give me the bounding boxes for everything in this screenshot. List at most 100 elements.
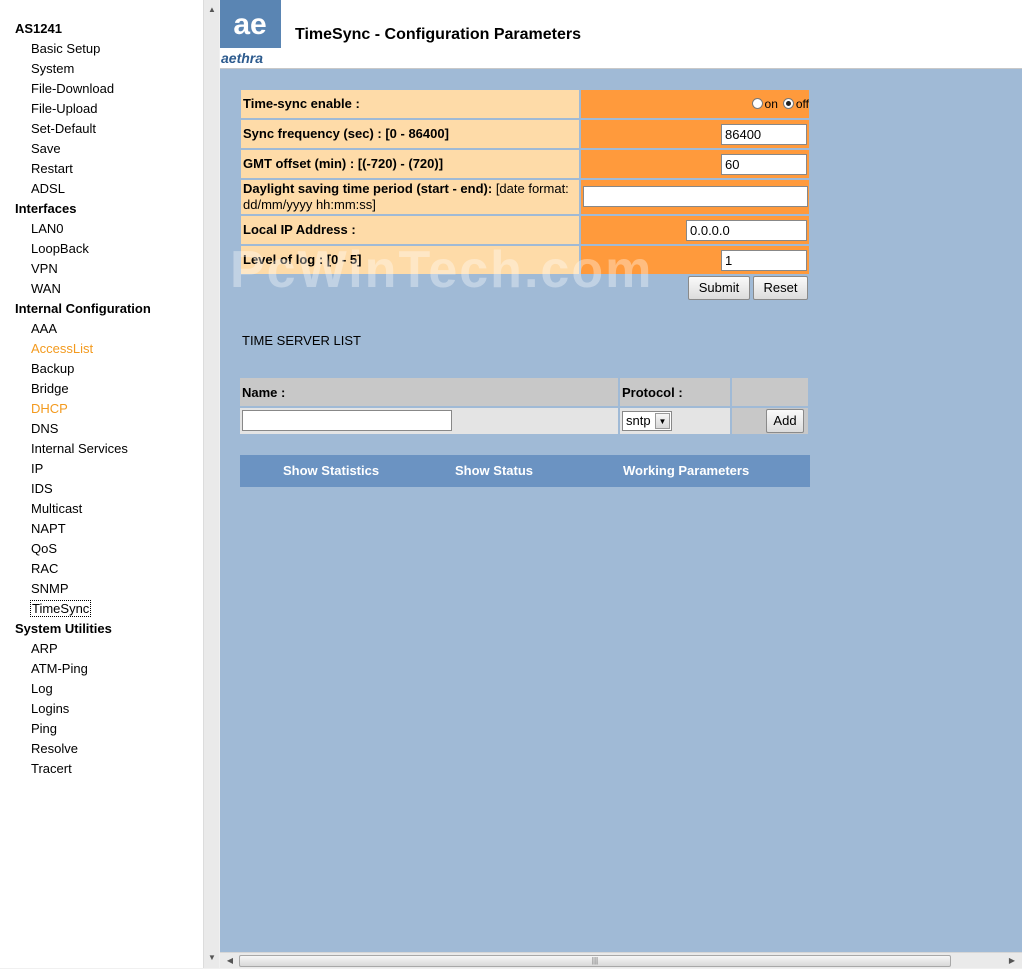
timesync-enable-value: on off (581, 90, 809, 118)
log-level-input[interactable] (721, 250, 807, 271)
menu-item-label: LoopBack (31, 241, 89, 256)
menu-item-file-download[interactable]: File-Download (15, 79, 151, 99)
menu-item-aaa[interactable]: AAA (15, 319, 151, 339)
menu-item-label: File-Download (31, 81, 115, 96)
local-ip-label: Local IP Address : (241, 216, 579, 244)
menu-item-loopback[interactable]: LoopBack (15, 239, 151, 259)
add-cell: Add (732, 408, 808, 434)
time-server-table: Name : Protocol : sntp ▼ Add (240, 378, 810, 434)
menu-item-label: Resolve (31, 741, 78, 756)
menu-item-label: ATM-Ping (31, 661, 88, 676)
menu-item-qos[interactable]: QoS (15, 539, 151, 559)
menu-item-arp[interactable]: ARP (15, 639, 151, 659)
menu-item-atm-ping[interactable]: ATM-Ping (15, 659, 151, 679)
gmt-offset-cell (581, 150, 809, 178)
logo-text: aethra (221, 50, 264, 66)
timesync-enable-row: Time-sync enable : on off (241, 90, 809, 118)
menu-item-label: Log (31, 681, 53, 696)
menu-item-set-default[interactable]: Set-Default (15, 119, 151, 139)
menu-item-rac[interactable]: RAC (15, 559, 151, 579)
timesync-on-label: on (764, 97, 778, 111)
daylight-saving-label: Daylight saving time period (start - end… (241, 180, 579, 214)
log-level-row: Level of log : [0 - 5] (241, 246, 809, 274)
sync-frequency-input[interactable] (721, 124, 807, 145)
timesync-on-radio[interactable] (751, 98, 763, 109)
show-statistics-link[interactable]: Show Statistics (283, 463, 379, 478)
menu-item-adsl[interactable]: ADSL (15, 179, 151, 199)
reset-button[interactable]: Reset (753, 276, 808, 300)
add-server-button[interactable]: Add (766, 409, 804, 433)
gmt-offset-label: GMT offset (min) : [(-720) - (720)] (241, 150, 579, 178)
protocol-header: Protocol : (622, 385, 683, 400)
navigation-menu: AS1241 Basic Setup System File-Download File… (15, 19, 151, 779)
sync-frequency-row: Sync frequency (sec) : [0 - 86400] (241, 120, 809, 148)
horizontal-scrollbar[interactable]: ◀ ||| ▶ (220, 952, 1022, 968)
server-name-input[interactable] (242, 410, 452, 431)
gmt-offset-input[interactable] (721, 154, 807, 175)
menu-item-log[interactable]: Log (15, 679, 151, 699)
daylight-saving-input[interactable] (583, 186, 808, 207)
menu-item-timesync[interactable]: TimeSync (15, 599, 151, 619)
scroll-down-icon[interactable]: ▼ (204, 950, 220, 966)
menu-item-internal-services[interactable]: Internal Services (15, 439, 151, 459)
content-frame: ae aethra TimeSync - Configuration Param… (220, 0, 1022, 952)
menu-item-logins[interactable]: Logins (15, 699, 151, 719)
local-ip-row: Local IP Address : (241, 216, 809, 244)
scroll-up-icon[interactable]: ▲ (204, 2, 220, 18)
menu-item-label: ARP (31, 641, 58, 656)
menu-item-basic-setup[interactable]: Basic Setup (15, 39, 151, 59)
submit-button[interactable]: Submit (688, 276, 750, 300)
menu-item-label: DNS (31, 421, 59, 436)
name-input-cell (240, 408, 618, 434)
menu-item-snmp[interactable]: SNMP (15, 579, 151, 599)
menu-item-label: Set-Default (31, 121, 97, 136)
menu-item-tracert[interactable]: Tracert (15, 759, 151, 779)
menu-item-backup[interactable]: Backup (15, 359, 151, 379)
working-parameters-link[interactable]: Working Parameters (623, 463, 749, 478)
horizontal-scrollbar-thumb[interactable]: ||| (239, 955, 951, 967)
time-server-list-title: TIME SERVER LIST (242, 333, 361, 348)
menu-item-label: RAC (31, 561, 59, 576)
menu-item-napt[interactable]: NAPT (15, 519, 151, 539)
daylight-saving-label-bold: Daylight saving time period (start - end… (243, 181, 493, 196)
menu-item-ip[interactable]: IP (15, 459, 151, 479)
menu-item-label: NAPT (31, 521, 66, 536)
daylight-saving-cell (581, 180, 809, 214)
protocol-select-cell: sntp ▼ (620, 408, 730, 434)
menu-item-resolve[interactable]: Resolve (15, 739, 151, 759)
menu-group-title: AS1241 (15, 21, 62, 36)
scroll-left-icon[interactable]: ◀ (222, 953, 238, 969)
menu-item-restart[interactable]: Restart (15, 159, 151, 179)
svg-text:ae: ae (233, 8, 266, 41)
menu-item-system[interactable]: System (15, 59, 151, 79)
menu-item-dns[interactable]: DNS (15, 419, 151, 439)
timesync-off-label: off (795, 97, 809, 111)
protocol-select[interactable]: sntp ▼ (622, 411, 672, 431)
menu-item-bridge[interactable]: Bridge (15, 379, 151, 399)
menu-item-lan0[interactable]: LAN0 (15, 219, 151, 239)
menu-item-accesslist[interactable]: AccessList (15, 339, 151, 359)
local-ip-cell (581, 216, 809, 244)
daylight-saving-row: Daylight saving time period (start - end… (241, 180, 809, 214)
menu-item-wan[interactable]: WAN (15, 279, 151, 299)
menu-item-multicast[interactable]: Multicast (15, 499, 151, 519)
vertical-scrollbar[interactable]: ▲ ▼ (203, 0, 219, 968)
action-header-cell (732, 378, 808, 406)
show-status-link[interactable]: Show Status (455, 463, 533, 478)
menu-item-label: WAN (31, 281, 61, 296)
menu-item-dhcp[interactable]: DHCP (15, 399, 151, 419)
menu-item-label: Basic Setup (31, 41, 101, 56)
menu-item-label: Internal Services (31, 441, 128, 456)
menu-item-ping[interactable]: Ping (15, 719, 151, 739)
menu-item-save[interactable]: Save (15, 139, 151, 159)
menu-item-vpn[interactable]: VPN (15, 259, 151, 279)
menu-item-label: VPN (31, 261, 58, 276)
menu-item-ids[interactable]: IDS (15, 479, 151, 499)
chevron-down-icon[interactable]: ▼ (655, 413, 670, 429)
local-ip-input[interactable] (686, 220, 807, 241)
scroll-right-icon[interactable]: ▶ (1004, 953, 1020, 969)
menu-item-file-upload[interactable]: File-Upload (15, 99, 151, 119)
aethra-logo: ae aethra (220, 0, 281, 69)
logo-mark-icon: ae (220, 0, 281, 48)
timesync-off-radio[interactable] (782, 98, 794, 109)
